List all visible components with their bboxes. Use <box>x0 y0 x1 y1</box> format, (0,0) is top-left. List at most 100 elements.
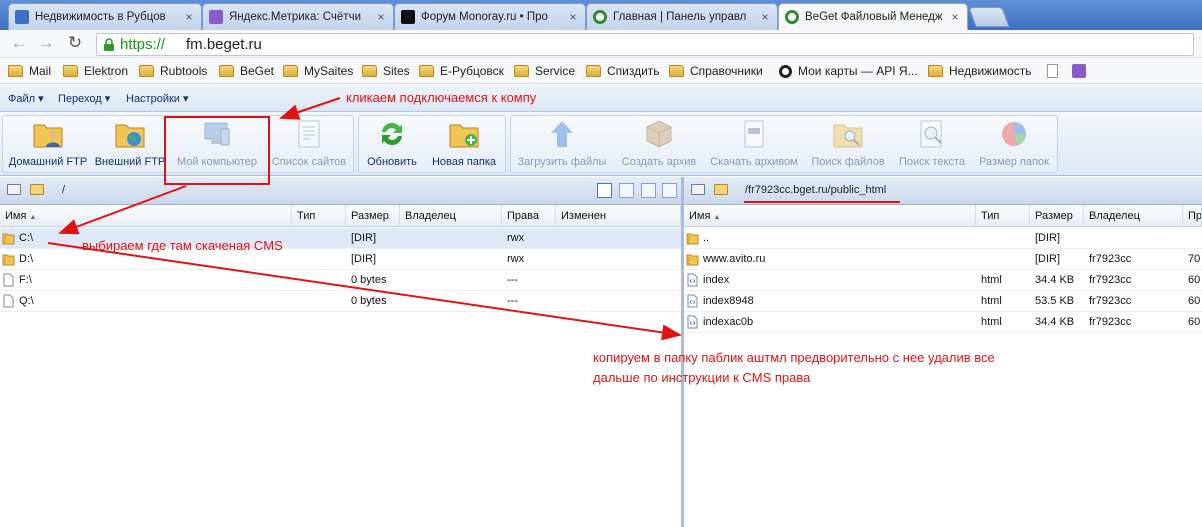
bookmark-label: MySaites <box>304 64 354 78</box>
bookmark-folder[interactable]: Mail <box>8 63 51 79</box>
column-owner[interactable]: Владелец <box>400 205 502 227</box>
external-ftp-icon <box>115 124 145 148</box>
column-perms[interactable]: Права <box>502 205 556 227</box>
refresh-icon <box>382 122 402 146</box>
table-row[interactable]: index html 34.4 KB fr7923cc 60 <box>684 270 1202 291</box>
bookmark-folder[interactable]: Elektron <box>63 63 128 79</box>
right-path-bar: /fr7923cc.bget.ru/public_html <box>684 177 1202 205</box>
tiles-view-icon[interactable] <box>662 183 677 198</box>
file-search-button[interactable]: Поиск файлов <box>806 118 890 174</box>
address-bar[interactable]: https:// fm.beget.ru <box>96 33 1194 56</box>
column-perms[interactable]: Пр <box>1183 205 1202 227</box>
folder-icon <box>928 65 943 77</box>
file-type <box>981 249 1031 270</box>
menu-label: Настройки <box>126 93 180 105</box>
home-folder-icon[interactable] <box>714 184 728 195</box>
browser-tab-1[interactable]: Недвижимость в Рубцов × <box>8 3 202 30</box>
table-row[interactable]: www.avito.ru [DIR] fr7923cc 70 <box>684 249 1202 270</box>
bookmark-folder[interactable]: Rubtools <box>139 63 207 79</box>
bookmark-folder[interactable]: Недвижимость <box>928 63 1032 79</box>
site-list-button[interactable]: Список сайтов <box>268 118 350 174</box>
column-modified[interactable]: Изменен <box>556 205 681 227</box>
file-name: index8948 <box>703 295 754 307</box>
bookmark-folder[interactable]: Е-Рубцовск <box>419 63 504 79</box>
button-label: Создать архив <box>621 156 697 168</box>
column-type[interactable]: Тип <box>976 205 1030 227</box>
browser-tab-5-active[interactable]: BeGet Файловый Менедж × <box>778 3 968 30</box>
column-size[interactable]: Размер <box>346 205 400 227</box>
close-icon[interactable]: × <box>759 10 771 24</box>
column-name[interactable]: Имя ▲ <box>0 205 292 227</box>
browser-tab-4[interactable]: Главная | Панель управл × <box>586 3 778 30</box>
folder-size-button[interactable]: Размер папок <box>974 118 1054 174</box>
table-row[interactable]: index8948 html 53.5 KB fr7923cc 60 <box>684 291 1202 312</box>
button-label: Новая папка <box>431 156 497 168</box>
grid-view-icon[interactable] <box>641 183 656 198</box>
bookmark-folder[interactable]: Service <box>514 63 575 79</box>
table-row[interactable]: indexac0b html 34.4 KB fr7923cc 60 <box>684 312 1202 333</box>
new-folder-icon <box>449 124 479 148</box>
file-size: 0 bytes <box>351 274 387 286</box>
bookmark-label: Service <box>535 64 576 78</box>
download-archive-button[interactable]: Скачать архивом <box>706 118 802 174</box>
menu-settings[interactable]: Настройки ▾ <box>126 92 189 105</box>
bookmark-folder[interactable]: MySaites <box>283 63 353 79</box>
column-size[interactable]: Размер <box>1030 205 1084 227</box>
column-name[interactable]: Имя ▲ <box>684 205 976 227</box>
reload-icon[interactable]: ↻ <box>64 34 86 54</box>
file-name: www.avito.ru <box>703 253 766 265</box>
text-search-button[interactable]: Поиск текста <box>892 118 972 174</box>
column-owner[interactable]: Владелец <box>1084 205 1183 227</box>
file-type <box>297 228 347 249</box>
file-type: html <box>981 295 1002 307</box>
table-row[interactable]: Q:\ 0 bytes --- <box>0 291 681 312</box>
right-path[interactable]: /fr7923cc.bget.ru/public_html <box>745 184 886 196</box>
folder-icon <box>139 65 154 77</box>
bookmark-metrika[interactable] <box>1072 63 1086 79</box>
bookmark-link[interactable]: Мои карты — API Я... <box>779 63 918 79</box>
file-size: [DIR] <box>351 253 377 265</box>
bookmark-folder[interactable]: BeGet <box>219 63 274 79</box>
close-icon[interactable]: × <box>183 10 195 24</box>
bookmark-label: Мои карты — API Я... <box>798 64 918 78</box>
annotation-copy-line1: копируем в папку паблик аштмл предворите… <box>593 350 995 365</box>
page-icon <box>1047 64 1058 78</box>
home-ftp-button[interactable]: Домашний FTP <box>6 118 90 174</box>
maps-favicon-icon <box>779 64 792 78</box>
menu-file[interactable]: Файл ▾ <box>8 92 44 105</box>
home-folder-icon[interactable] <box>30 184 44 195</box>
forward-arrow-icon[interactable]: → <box>35 34 57 54</box>
close-icon[interactable]: × <box>375 10 387 24</box>
bookmark-label: Недвижимость <box>949 64 1032 78</box>
bookmark-folder[interactable]: Справочники <box>669 63 763 79</box>
create-archive-button[interactable]: Создать архив <box>616 118 702 174</box>
left-path[interactable]: / <box>62 184 65 196</box>
details-view-icon[interactable] <box>619 183 634 198</box>
close-icon[interactable]: × <box>567 10 579 24</box>
file-owner <box>1089 228 1179 249</box>
drive-icon[interactable] <box>691 184 705 195</box>
folder-icon <box>686 254 699 266</box>
bookmark-label: Е-Рубцовск <box>440 64 504 78</box>
external-ftp-button[interactable]: Внешний FTP <box>92 118 168 174</box>
browser-tab-2[interactable]: Яндекс.Метрика: Счётчи × <box>202 3 394 30</box>
back-arrow-icon[interactable]: ← <box>8 34 30 54</box>
refresh-button[interactable]: Обновить <box>362 118 422 174</box>
browser-tab-3[interactable]: Форум Monoray.ru • Про × <box>394 3 586 30</box>
table-row[interactable]: F:\ 0 bytes --- <box>0 270 681 291</box>
close-icon[interactable]: × <box>949 10 961 24</box>
bookmark-folder[interactable]: Спиздить <box>586 63 660 79</box>
table-row[interactable]: .. [DIR] <box>684 228 1202 249</box>
list-view-icon[interactable] <box>597 183 612 198</box>
upload-files-button[interactable]: Загрузить файлы <box>514 118 610 174</box>
pie-chart-icon <box>1002 122 1026 146</box>
menu-goto[interactable]: Переход ▾ <box>58 92 110 105</box>
new-tab-button[interactable] <box>968 7 1010 27</box>
bookmark-folder[interactable]: Sites <box>362 63 410 79</box>
new-folder-button[interactable]: Новая папка <box>426 118 502 174</box>
file-name: indexac0b <box>703 316 754 328</box>
column-type[interactable]: Тип <box>292 205 346 227</box>
bookmark-page[interactable] <box>1047 63 1058 79</box>
bookmark-label: Sites <box>383 64 410 78</box>
drive-icon[interactable] <box>7 184 21 195</box>
